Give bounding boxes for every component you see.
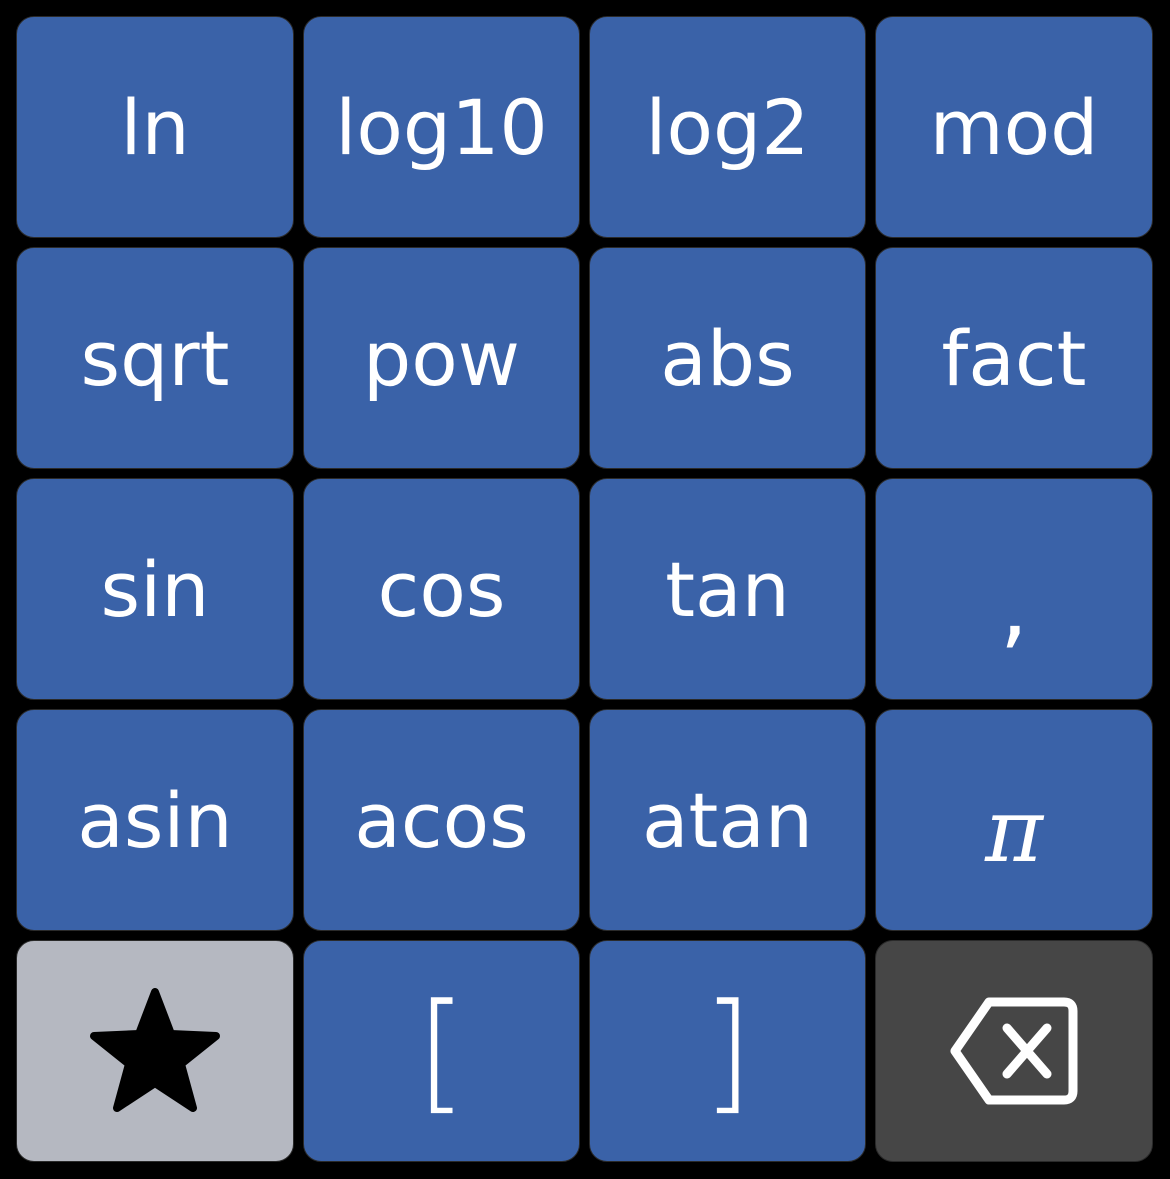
key-pi[interactable]: π (875, 709, 1153, 931)
key-sin[interactable]: sin (16, 478, 294, 700)
key-comma[interactable]: , (875, 478, 1153, 700)
key-ln[interactable]: ln (16, 16, 294, 238)
backspace-icon (950, 997, 1078, 1105)
favorite-button[interactable] (16, 940, 294, 1162)
key-open-bracket[interactable]: [ (303, 940, 580, 1162)
key-sqrt[interactable]: sqrt (16, 247, 294, 469)
key-cos[interactable]: cos (303, 478, 580, 700)
key-fact[interactable]: fact (875, 247, 1153, 469)
key-atan[interactable]: atan (589, 709, 866, 931)
key-asin[interactable]: asin (16, 709, 294, 931)
key-log2[interactable]: log2 (589, 16, 866, 238)
key-pow[interactable]: pow (303, 247, 580, 469)
star-icon (90, 988, 220, 1112)
key-mod[interactable]: mod (875, 16, 1153, 238)
key-log10[interactable]: log10 (303, 16, 580, 238)
function-keypad: ln log10 log2 mod sqrt pow abs fact sin … (16, 16, 1153, 1162)
key-tan[interactable]: tan (589, 478, 866, 700)
key-close-bracket[interactable]: ] (589, 940, 866, 1162)
backspace-button[interactable] (875, 940, 1153, 1162)
key-acos[interactable]: acos (303, 709, 580, 931)
key-abs[interactable]: abs (589, 247, 866, 469)
